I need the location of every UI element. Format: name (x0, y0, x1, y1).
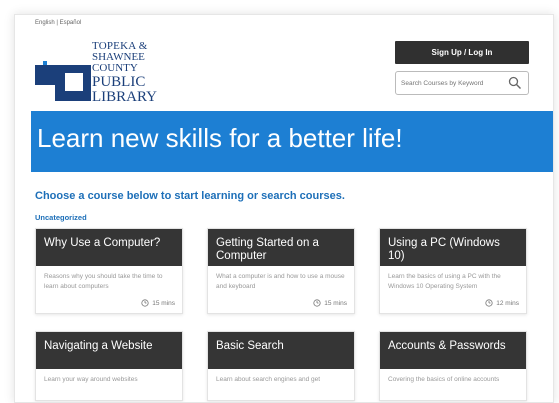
course-search-box[interactable] (395, 71, 529, 95)
course-title[interactable]: Accounts & Passwords (380, 332, 526, 369)
course-footer: 12 mins (380, 297, 526, 313)
search-input[interactable] (401, 76, 501, 91)
course-footer: 15 mins (36, 297, 182, 313)
logo-line-3: COUNTY (92, 62, 138, 74)
signup-login-button[interactable]: Sign Up / Log In (395, 41, 529, 64)
course-card[interactable]: Using a PC (Windows 10) Learn the basics… (379, 228, 527, 314)
course-duration-text: 15 mins (152, 299, 175, 307)
library-logo[interactable]: TOPEKA & SHAWNEE COUNTY PUBLIC LIBRARY (35, 41, 163, 105)
course-card[interactable]: Getting Started on a Computer What a com… (207, 228, 355, 314)
course-duration-text: 15 mins (324, 299, 347, 307)
course-card[interactable]: Basic Search Learn about search engines … (207, 331, 355, 401)
course-description: Learn the basics of using a PC with the … (388, 273, 501, 290)
course-description: What a computer is and how to use a mous… (216, 273, 345, 290)
page-frame: English | Español TOPEKA & SHAWNEE COUNT… (14, 14, 554, 403)
course-duration: 12 mins (485, 299, 519, 307)
clock-icon (485, 299, 493, 307)
course-description: Learn your way around websites (44, 376, 138, 383)
intro-heading: Choose a course below to start learning … (35, 190, 345, 202)
course-description: Covering the basics of online accounts (388, 376, 500, 383)
hero-banner: Learn new skills for a better life! (31, 111, 553, 172)
library-logo-mark-icon (35, 61, 91, 101)
course-title[interactable]: Getting Started on a Computer (208, 229, 354, 266)
course-card[interactable]: Why Use a Computer? Reasons why you shou… (35, 228, 183, 314)
course-footer: 15 mins (208, 297, 354, 313)
course-description: Learn about search engines and get (216, 376, 321, 383)
language-links[interactable]: English | Español (35, 20, 81, 26)
course-description: Reasons why you should take the time to … (44, 273, 163, 290)
course-title[interactable]: Using a PC (Windows 10) (380, 229, 526, 266)
course-duration: 15 mins (313, 299, 347, 307)
course-duration-text: 12 mins (496, 299, 519, 307)
clock-icon (141, 299, 149, 307)
course-title[interactable]: Why Use a Computer? (36, 229, 182, 266)
course-title[interactable]: Navigating a Website (36, 332, 182, 369)
hero-title: Learn new skills for a better life! (37, 123, 403, 153)
magnifier-icon[interactable] (508, 76, 522, 90)
library-logo-text: TOPEKA & SHAWNEE COUNTY PUBLIC LIBRARY (92, 41, 157, 105)
course-duration: 15 mins (141, 299, 175, 307)
course-card[interactable]: Navigating a Website Learn your way arou… (35, 331, 183, 401)
logo-line-4: PUBLIC (92, 74, 146, 90)
logo-line-5: LIBRARY (92, 89, 158, 105)
course-title[interactable]: Basic Search (208, 332, 354, 369)
course-card[interactable]: Accounts & Passwords Covering the basics… (379, 331, 527, 401)
clock-icon (313, 299, 321, 307)
category-link[interactable]: Uncategorized (35, 213, 87, 222)
